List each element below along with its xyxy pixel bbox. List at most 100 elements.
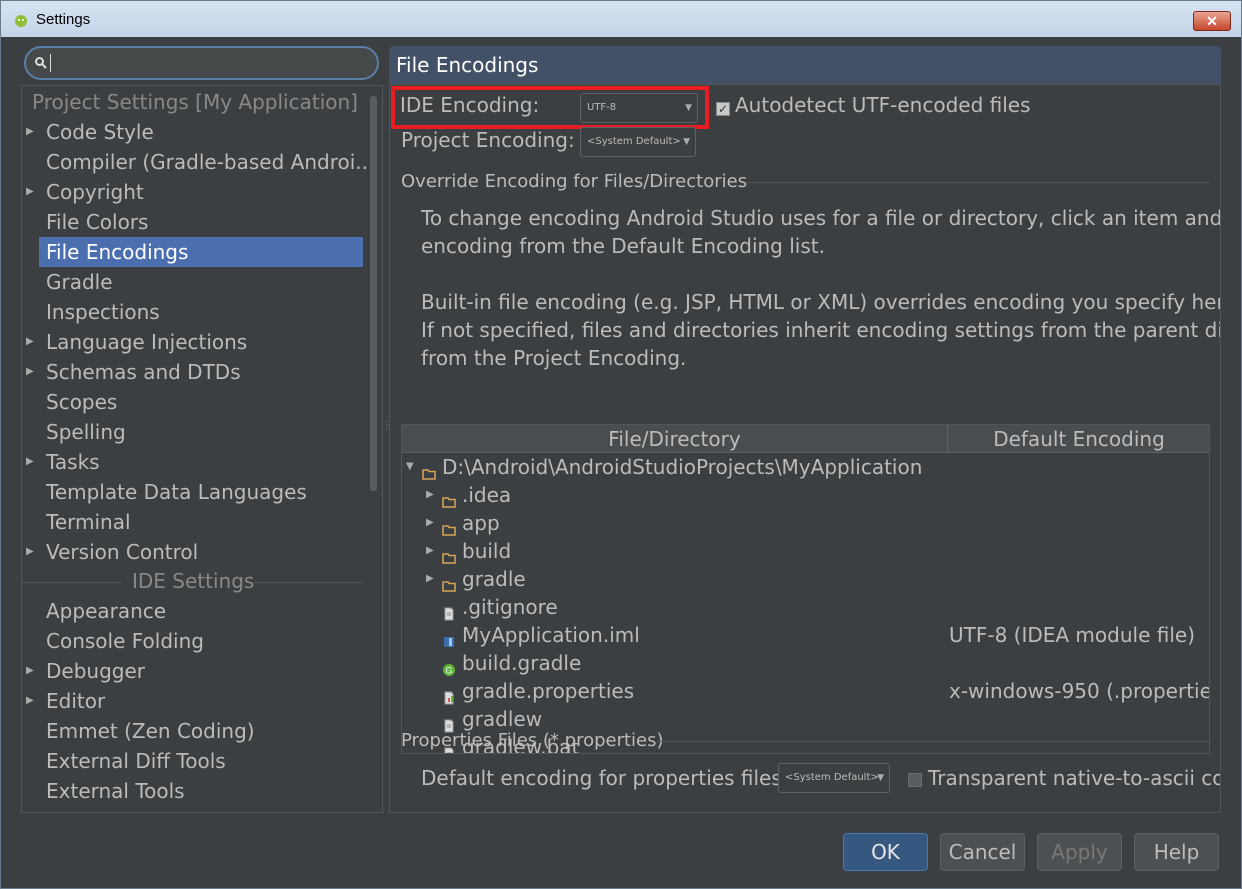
expand-arrow-icon[interactable]: ▶ xyxy=(26,537,34,567)
help-button[interactable]: Help xyxy=(1134,833,1219,871)
file-name: .gitignore xyxy=(462,595,558,619)
expand-arrow-icon[interactable]: ▶ xyxy=(26,656,34,686)
table-row[interactable]: ▶ .idea xyxy=(402,481,1209,509)
expand-arrow-icon[interactable]: ▶ xyxy=(26,447,34,477)
sidebar-item[interactable]: ▶ Copyright xyxy=(22,177,366,207)
table-row[interactable]: ▶ app xyxy=(402,509,1209,537)
table-row[interactable]: gradlew xyxy=(402,705,1209,733)
sidebar-item[interactable]: File Encodings xyxy=(39,237,363,267)
column-header-file[interactable]: File/Directory xyxy=(402,425,948,453)
sidebar-item[interactable]: Emmet (Zen Coding) xyxy=(22,716,366,746)
expand-arrow-icon[interactable]: ▶ xyxy=(426,537,434,565)
encoding-table[interactable]: File/Directory Default Encoding ▼ D:\Andr… xyxy=(401,424,1210,754)
table-row[interactable]: ▶ build xyxy=(402,537,1209,565)
file-name: gradle.properties xyxy=(462,679,635,703)
sidebar-item[interactable]: Scopes xyxy=(22,387,366,417)
close-button[interactable]: ✕ xyxy=(1193,11,1231,31)
properties-encoding-value: <System Default> xyxy=(785,772,879,783)
autodetect-label: Autodetect UTF-encoded files xyxy=(735,93,1031,117)
cancel-button[interactable]: Cancel xyxy=(940,833,1025,871)
sidebar-item[interactable]: ▶ Debugger xyxy=(22,656,366,686)
settings-tree[interactable]: Project Settings [My Application] ▶ Code … xyxy=(21,85,383,813)
table-row[interactable]: ▶ gradle xyxy=(402,565,1209,593)
panel-header: File Encodings xyxy=(389,46,1221,84)
chevron-down-icon: ▼ xyxy=(685,103,692,113)
sidebar-item[interactable]: ▶ Language Injections xyxy=(22,327,366,357)
table-row[interactable]: .gitignore xyxy=(402,593,1209,621)
description-line: from the Project Encoding. xyxy=(421,346,687,370)
description-line: If not specified, files and directories … xyxy=(421,318,1221,342)
sidebar-item[interactable]: Appearance xyxy=(22,596,366,626)
scrollbar[interactable] xyxy=(370,96,377,491)
sidebar-item[interactable]: ▶ Editor xyxy=(22,686,366,716)
search-input[interactable] xyxy=(24,46,379,80)
file-name: D:\Android\AndroidStudioProjects\MyAppli… xyxy=(442,455,923,479)
properties-encoding-select[interactable]: <System Default> ▼ xyxy=(778,763,890,793)
ok-button[interactable]: OK xyxy=(843,833,928,871)
project-settings-header: Project Settings [My Application] xyxy=(32,90,358,114)
column-header-encoding[interactable]: Default Encoding xyxy=(948,425,1209,453)
sidebar-item[interactable]: ▶ Tasks xyxy=(22,447,366,477)
ide-settings-header: IDE Settings xyxy=(132,569,255,593)
sidebar-item-label: Version Control xyxy=(46,540,199,564)
sidebar-item[interactable]: Gradle xyxy=(22,267,366,297)
table-row[interactable]: MyApplication.iml UTF-8 (IDEA module file… xyxy=(402,621,1209,649)
sidebar-item-label: Template Data Languages xyxy=(46,480,307,504)
ide-encoding-value: UTF-8 xyxy=(587,102,617,113)
android-icon xyxy=(15,15,27,27)
expand-arrow-icon[interactable]: ▶ xyxy=(426,565,434,593)
expand-arrow-icon[interactable]: ▶ xyxy=(26,327,34,357)
file-encoding[interactable]: x-windows-950 (.properties xyxy=(949,677,1209,705)
title-bar[interactable]: Settings ✕ xyxy=(1,1,1241,37)
transparent-checkbox[interactable] xyxy=(908,773,922,787)
sidebar-item-label: Spelling xyxy=(46,420,126,444)
collapse-arrow-icon[interactable]: ▼ xyxy=(406,453,414,481)
chevron-down-icon: ▼ xyxy=(877,773,884,783)
file-name: gradlew xyxy=(462,707,543,731)
file-encoding[interactable]: UTF-8 (IDEA module file) xyxy=(949,621,1195,649)
sidebar-item-label: Debugger xyxy=(46,659,145,683)
properties-file-icon xyxy=(442,684,456,705)
file-name: MyApplication.iml xyxy=(462,623,640,647)
expand-arrow-icon[interactable]: ▶ xyxy=(26,357,34,387)
expand-arrow-icon[interactable]: ▶ xyxy=(426,509,434,537)
window-title: Settings xyxy=(36,11,91,28)
sidebar-item[interactable]: External Tools xyxy=(22,776,366,806)
folder-icon xyxy=(442,544,456,564)
sidebar-item[interactable]: ▶ Code Style xyxy=(22,117,366,147)
apply-button[interactable]: Apply xyxy=(1037,833,1122,871)
sidebar-item[interactable]: Spelling xyxy=(22,417,366,447)
expand-arrow-icon[interactable]: ▶ xyxy=(26,117,34,147)
project-encoding-select[interactable]: <System Default> ▼ xyxy=(580,127,696,157)
sidebar-item-label: File Colors xyxy=(46,210,149,234)
expand-arrow-icon[interactable]: ▶ xyxy=(26,177,34,207)
table-row[interactable]: ▼ D:\Android\AndroidStudioProjects\MyAppl… xyxy=(402,453,1209,481)
sidebar-item[interactable]: File Colors xyxy=(22,207,366,237)
table-row[interactable]: Gbuild.gradle xyxy=(402,649,1209,677)
override-group-label: Override Encoding for Files/Directories xyxy=(401,171,748,192)
table-row[interactable]: gradle.properties x-windows-950 (.propert… xyxy=(402,677,1209,705)
sidebar-item-label: Compiler (Gradle-based Androi... xyxy=(46,150,366,174)
sidebar-item-label: External Tools xyxy=(46,779,185,803)
sidebar-item[interactable]: Inspections xyxy=(22,297,366,327)
transparent-label: Transparent native-to-ascii co xyxy=(928,766,1221,790)
ide-encoding-select[interactable]: UTF-8 ▼ xyxy=(580,93,698,123)
expand-arrow-icon[interactable]: ▶ xyxy=(426,481,434,509)
sidebar-item[interactable]: External Diff Tools xyxy=(22,746,366,776)
text-file-icon xyxy=(442,712,456,733)
group-divider xyxy=(745,182,1210,183)
expand-arrow-icon[interactable]: ▶ xyxy=(26,686,34,716)
autodetect-checkbox[interactable]: ✓ xyxy=(716,102,730,116)
description-line: To change encoding Android Studio uses f… xyxy=(421,206,1221,230)
folder-icon xyxy=(422,460,436,480)
sidebar-item[interactable]: Template Data Languages xyxy=(22,477,366,507)
text-caret xyxy=(50,54,51,72)
sidebar-item[interactable]: Compiler (Gradle-based Androi... xyxy=(22,147,366,177)
sidebar-item[interactable]: Terminal xyxy=(22,507,366,537)
file-name: .idea xyxy=(462,483,512,507)
text-file-icon xyxy=(442,600,456,621)
sidebar-item[interactable]: ▶ Schemas and DTDs xyxy=(22,357,366,387)
sidebar-item[interactable]: Console Folding xyxy=(22,626,366,656)
sidebar-item[interactable]: ▶ Version Control xyxy=(22,537,366,567)
sidebar-item-label: Console Folding xyxy=(46,629,204,653)
